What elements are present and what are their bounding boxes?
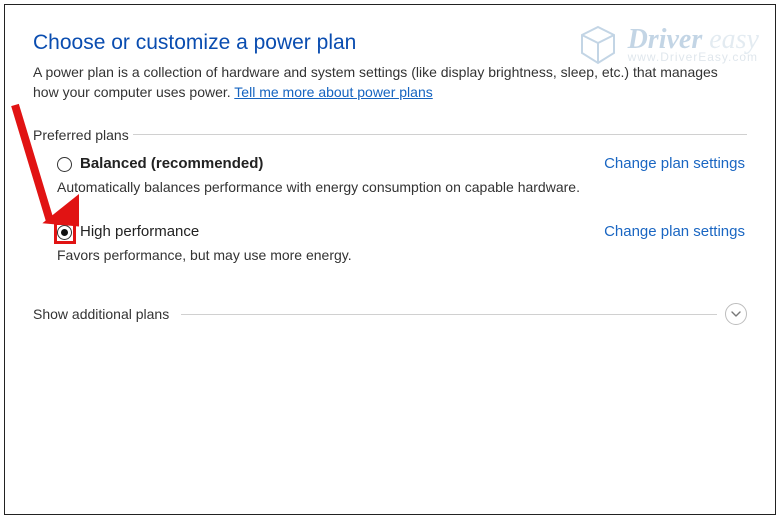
- preferred-plans-group: Preferred plans Balanced (recommended) A…: [33, 118, 747, 263]
- plan-high-performance-label: High performance: [80, 223, 199, 241]
- additional-plans-row[interactable]: Show additional plans: [33, 303, 747, 325]
- expand-additional-plans-button[interactable]: [725, 303, 747, 325]
- radio-selected-dot: [61, 229, 68, 236]
- learn-more-link[interactable]: Tell me more about power plans: [234, 84, 432, 100]
- additional-plans-label: Show additional plans: [33, 306, 173, 322]
- power-options-panel: Choose or customize a power plan A power…: [4, 4, 776, 515]
- chevron-down-icon: [730, 308, 742, 320]
- plan-balanced-option[interactable]: Balanced (recommended): [57, 155, 604, 173]
- page-title: Choose or customize a power plan: [33, 31, 747, 55]
- plan-balanced: Balanced (recommended) Automatically bal…: [33, 153, 747, 195]
- plan-high-performance-option[interactable]: High performance: [57, 223, 604, 241]
- change-settings-balanced[interactable]: Change plan settings: [604, 155, 745, 172]
- radio-high-performance[interactable]: [57, 225, 72, 240]
- divider: [181, 314, 717, 315]
- preferred-plans-legend: Preferred plans: [33, 127, 133, 143]
- radio-balanced[interactable]: [57, 157, 72, 172]
- change-settings-high-performance[interactable]: Change plan settings: [604, 223, 745, 240]
- plan-high-performance-desc: Favors performance, but may use more ene…: [57, 247, 604, 263]
- plan-balanced-label: Balanced (recommended): [80, 155, 263, 173]
- plan-high-performance: High performance Favors performance, but…: [33, 221, 747, 263]
- plan-balanced-desc: Automatically balances performance with …: [57, 179, 604, 195]
- plans-list: Balanced (recommended) Automatically bal…: [33, 135, 747, 263]
- intro-paragraph: A power plan is a collection of hardware…: [33, 63, 747, 102]
